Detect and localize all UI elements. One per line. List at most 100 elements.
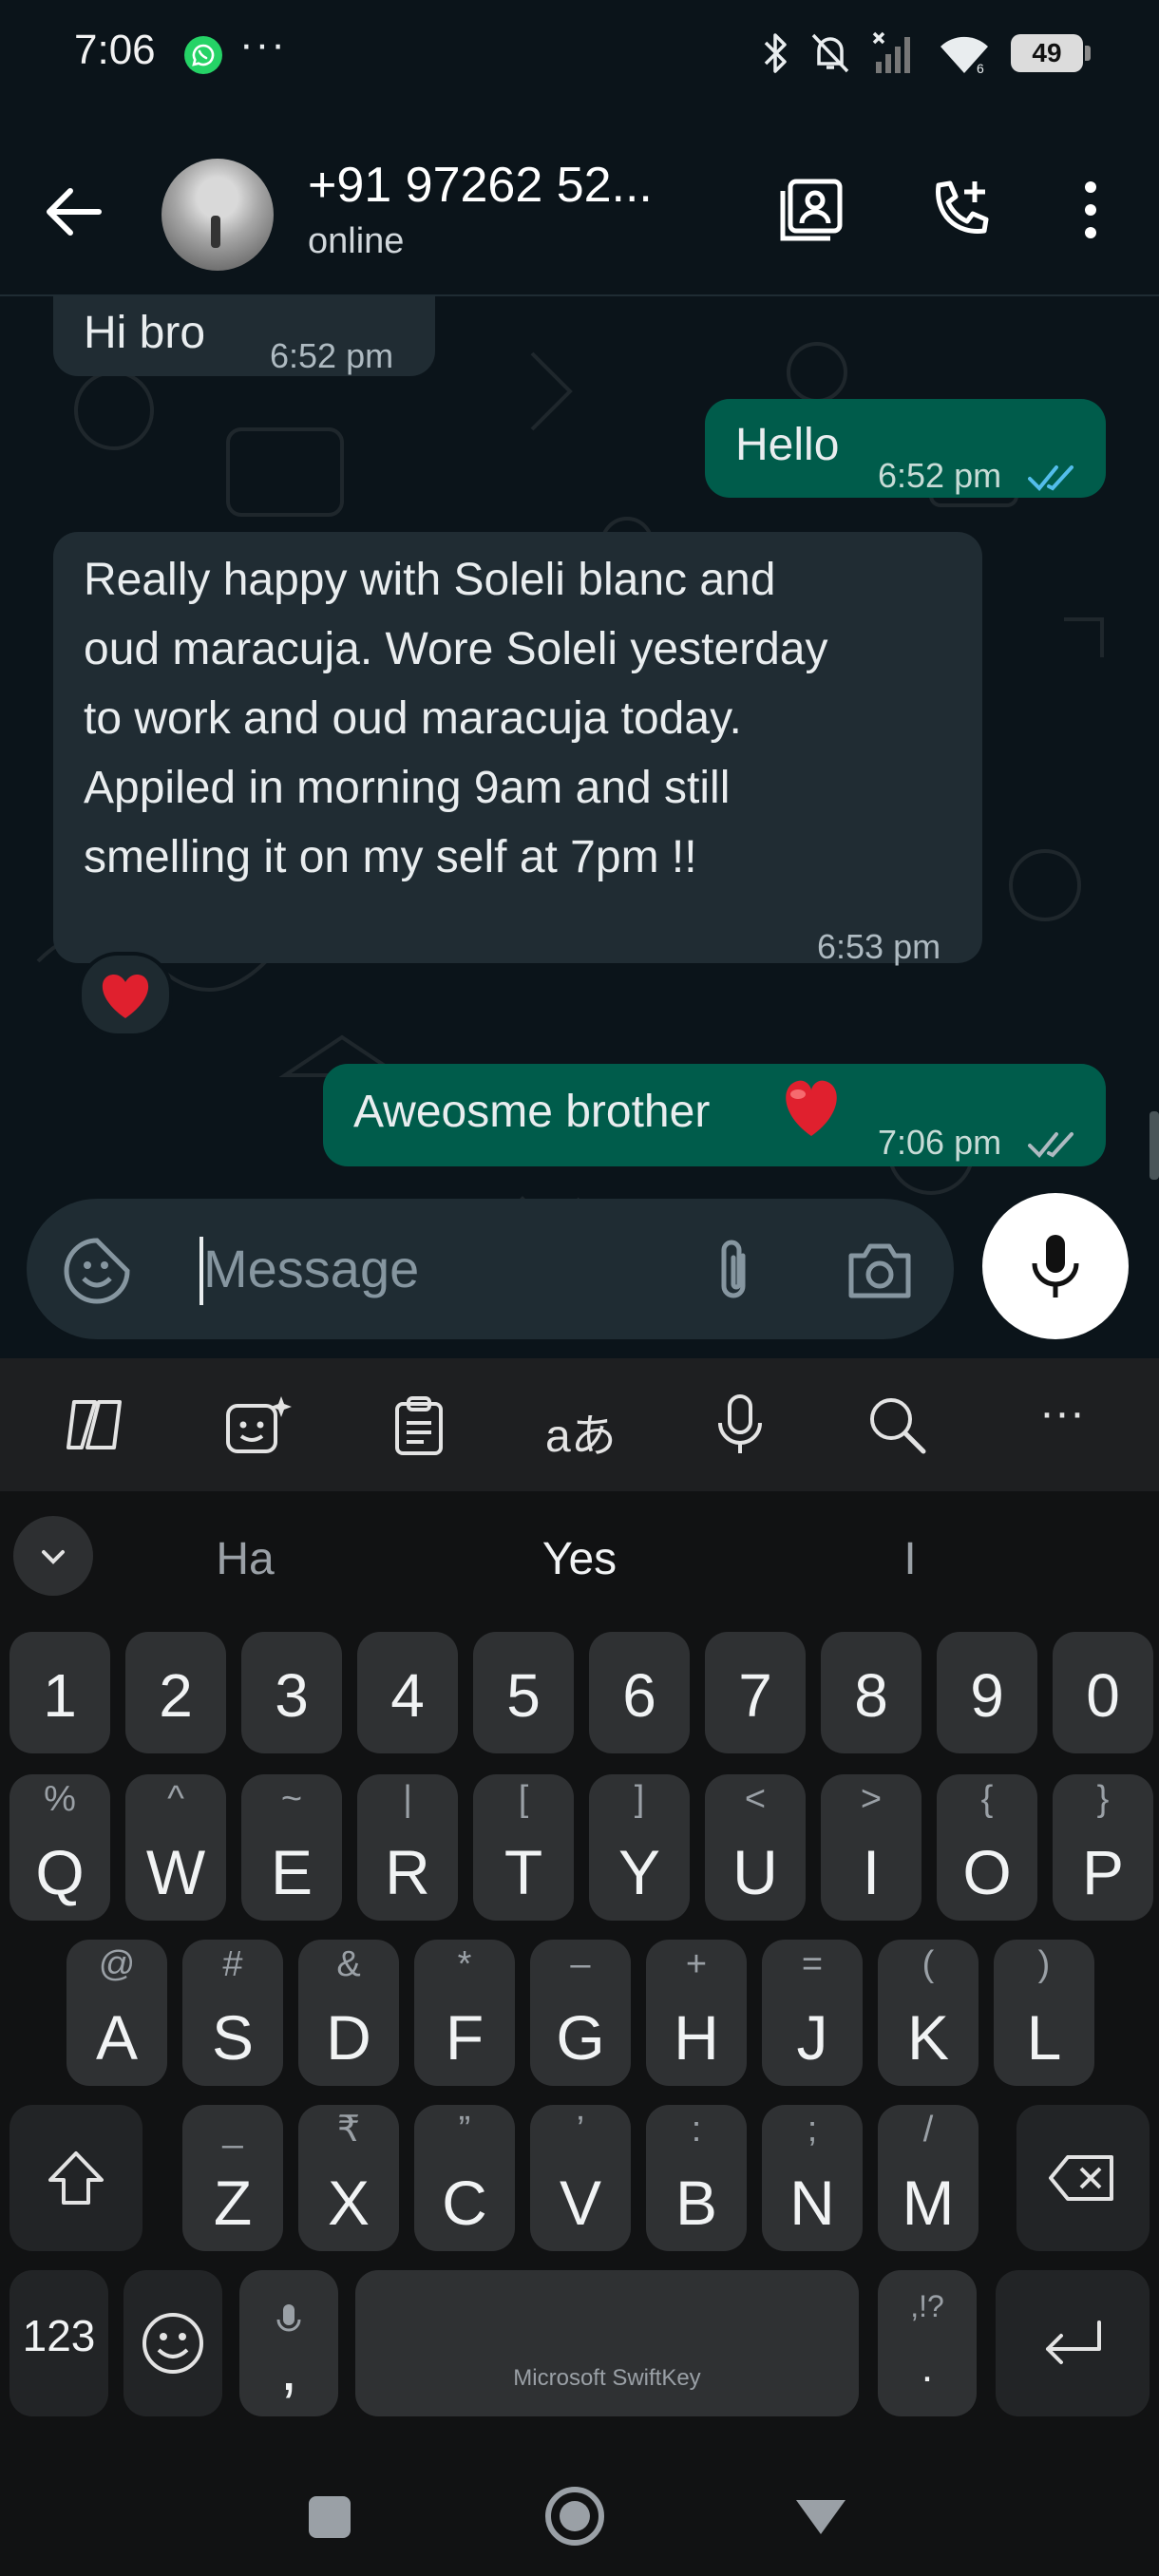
key-v[interactable]: ’ V <box>530 2105 631 2251</box>
heart-emoji-icon <box>775 1073 847 1160</box>
key-u[interactable]: < U <box>705 1774 806 1921</box>
key-5[interactable]: 5 <box>473 1632 574 1753</box>
copilot-icon[interactable] <box>61 1394 133 1455</box>
key-n[interactable]: ; N <box>762 2105 863 2251</box>
key-q[interactable]: % Q <box>10 1774 110 1921</box>
ai-emoji-icon[interactable] <box>222 1394 294 1455</box>
more-options-icon[interactable]: ··· <box>1039 1387 1085 1439</box>
key-g[interactable]: – G <box>530 1940 631 2086</box>
delivered-ticks-icon <box>1028 1111 1079 1181</box>
battery-indicator: 49 <box>1011 34 1091 72</box>
message-text: Really happy with Soleli blanc and oud m… <box>84 555 828 882</box>
nav-back-icon[interactable] <box>792 2483 849 2554</box>
message-outgoing[interactable]: Aweosme brother 7:06 pm <box>323 1064 1106 1166</box>
whatsapp-icon <box>184 36 222 74</box>
message-time: 7:06 pm <box>878 1123 1002 1162</box>
heart-icon <box>102 975 149 1018</box>
avatar[interactable] <box>162 159 274 271</box>
numbers-key[interactable]: 123 <box>10 2270 108 2416</box>
message-text: Aweosme brother <box>353 1087 711 1137</box>
wifi-icon: 6 <box>937 31 992 75</box>
message-text: Hi bro <box>84 308 206 358</box>
smiley-icon <box>142 2313 203 2374</box>
enter-icon <box>1046 2320 1101 2364</box>
suggestion-item[interactable]: Yes <box>542 1533 617 1585</box>
key-w[interactable]: ^ W <box>125 1774 226 1921</box>
read-ticks-icon <box>1028 445 1079 514</box>
more-vert-icon[interactable] <box>1072 176 1110 249</box>
key-i[interactable]: > I <box>821 1774 922 1921</box>
clipboard-icon[interactable] <box>391 1394 446 1455</box>
key-e[interactable]: ~ E <box>241 1774 342 1921</box>
comma-key[interactable]: , <box>239 2270 338 2416</box>
message-composer[interactable] <box>27 1199 954 1339</box>
message-input[interactable] <box>203 1225 678 1311</box>
attach-icon[interactable] <box>707 1237 760 1310</box>
key-9[interactable]: 9 <box>937 1632 1037 1753</box>
message-time: 6:52 pm <box>270 336 394 375</box>
shift-key[interactable] <box>10 2105 142 2251</box>
keyboard: Ha Yes I 1 2 3 4 5 6 7 8 9 0 % Q ^ W ~ E | R… <box>0 1491 1159 2460</box>
key-1[interactable]: 1 <box>10 1632 110 1753</box>
shift-icon <box>48 2151 104 2205</box>
key-6[interactable]: 6 <box>589 1632 690 1753</box>
voice-record-button[interactable] <box>982 1193 1129 1339</box>
key-p[interactable]: } P <box>1053 1774 1153 1921</box>
back-arrow-icon[interactable] <box>38 176 110 253</box>
sticker-icon[interactable] <box>63 1237 131 1310</box>
contact-card-icon[interactable] <box>777 176 846 249</box>
message-time: 6:53 pm <box>817 927 941 966</box>
navigation-bar <box>0 2460 1159 2576</box>
key-r[interactable]: | R <box>357 1774 458 1921</box>
key-b[interactable]: :B <box>646 2105 747 2251</box>
key-4[interactable]: 4 <box>357 1632 458 1753</box>
enter-key[interactable] <box>996 2270 1150 2416</box>
key-f[interactable]: * F <box>414 1940 515 2086</box>
key-y[interactable]: ] Y <box>589 1774 690 1921</box>
add-call-icon[interactable] <box>927 176 996 249</box>
space-key[interactable]: Microsoft SwiftKey <box>355 2270 859 2416</box>
heart-reaction[interactable] <box>78 952 173 1037</box>
key-o[interactable]: {O <box>937 1774 1037 1921</box>
nav-recents-icon[interactable] <box>306 2483 353 2554</box>
key-z[interactable]: _ Z <box>182 2105 283 2251</box>
key-c[interactable]: ” C <box>414 2105 515 2251</box>
key-t[interactable]: [T <box>473 1774 574 1921</box>
key-8[interactable]: 8 <box>821 1632 922 1753</box>
message-incoming[interactable]: Hi bro 6:52 pm <box>53 296 435 376</box>
emoji-key[interactable] <box>124 2270 222 2416</box>
bluetooth-icon <box>762 31 790 75</box>
key-3[interactable]: 3 <box>241 1632 342 1753</box>
key-a[interactable]: @ A <box>66 1940 167 2086</box>
translate-icon[interactable]: aあ <box>545 1398 617 1465</box>
message-outgoing[interactable]: Hello 6:52 pm <box>705 399 1106 498</box>
message-text: Hello <box>735 420 840 470</box>
suggestion-item[interactable]: I <box>903 1533 916 1585</box>
key-k[interactable]: (K <box>878 1940 978 2086</box>
key-l[interactable]: ) L <box>994 1940 1094 2086</box>
key-7[interactable]: 7 <box>705 1632 806 1753</box>
key-m[interactable]: / M <box>878 2105 978 2251</box>
camera-icon[interactable] <box>846 1237 914 1310</box>
keyboard-mic-icon[interactable] <box>714 1394 766 1455</box>
key-2[interactable]: 2 <box>125 1632 226 1753</box>
suggestion-toggle[interactable] <box>13 1516 93 1596</box>
status-time: 7:06 <box>74 27 156 73</box>
scroll-indicator[interactable] <box>1150 1111 1159 1180</box>
search-icon[interactable] <box>866 1394 927 1455</box>
key-0[interactable]: 0 <box>1053 1632 1153 1753</box>
key-s[interactable]: # S <box>182 1940 283 2086</box>
nav-home-icon[interactable] <box>542 2483 608 2554</box>
key-x[interactable]: ₹ X <box>298 2105 399 2251</box>
contact-status: online <box>308 221 405 261</box>
period-key[interactable]: ,!? . <box>878 2270 977 2416</box>
key-d[interactable]: & D <box>298 1940 399 2086</box>
chat-header: +91 97262 52... online <box>0 109 1159 296</box>
key-h[interactable]: + H <box>646 1940 747 2086</box>
backspace-key[interactable] <box>1016 2105 1150 2251</box>
message-incoming[interactable]: Really happy with Soleli blanc and oud m… <box>53 532 982 966</box>
key-j[interactable]: = J <box>762 1940 863 2086</box>
suggestion-item[interactable]: Ha <box>216 1533 274 1585</box>
svg-text:6: 6 <box>977 61 984 75</box>
contact-name[interactable]: +91 97262 52... <box>308 157 653 214</box>
